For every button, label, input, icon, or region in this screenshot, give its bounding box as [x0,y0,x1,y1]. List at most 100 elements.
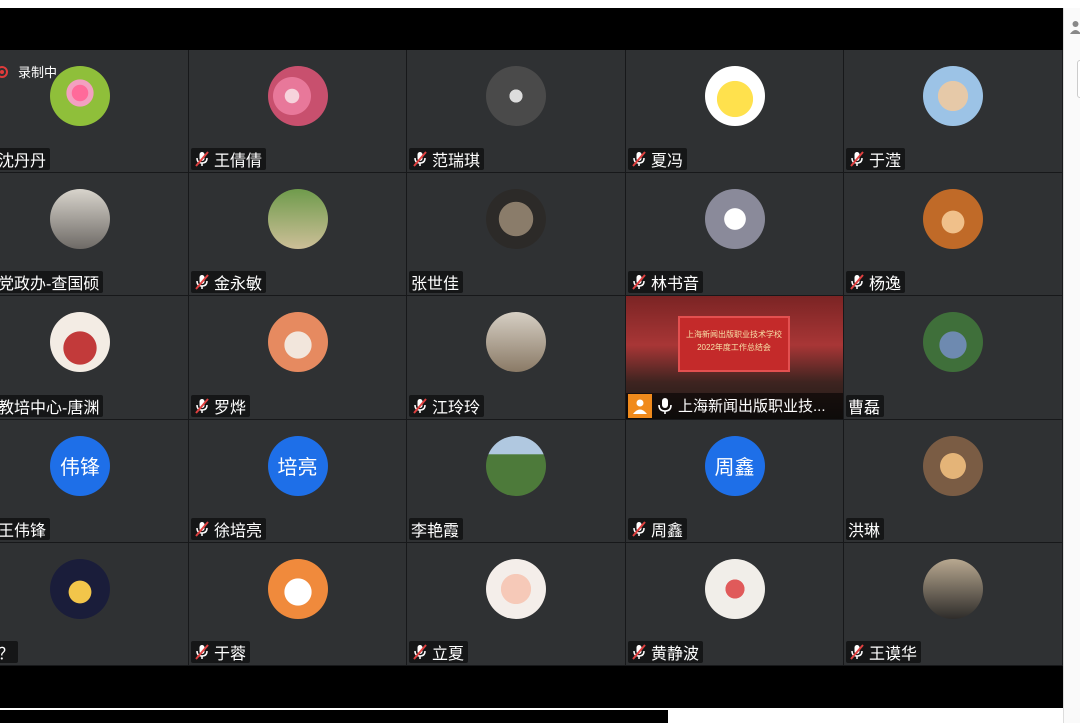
avatar: 伟锋 [50,435,110,496]
participant-tile[interactable]: 王谟华 [844,542,1063,666]
participant-nameplate: 教培中心-唐渊 [0,394,104,417]
participant-nameplate: 周鑫 [628,517,688,540]
participant-nameplate: 沈丹丹 [0,148,51,171]
participant-name: 洪琳 [848,522,881,540]
participant-tile[interactable]: 江玲玲 [407,296,626,420]
participant-name: 于蓉 [214,645,247,663]
participant-tile[interactable]: 夏冯 [626,50,844,174]
avatar [50,189,110,250]
participant-nameplate: 江玲玲 [409,394,485,417]
participant-tile[interactable]: ？ [0,542,189,666]
avatar [486,66,546,126]
avatar [50,66,110,126]
side-panel [1063,8,1080,723]
participant-nameplate: 于滢 [846,148,906,171]
participant-nameplate: 徐培亮 [191,517,267,540]
mic-muted-icon [195,521,209,537]
participant-tile[interactable]: 于蓉 [189,542,407,666]
participant-name: 范瑞琪 [432,153,481,171]
mic-muted-icon [413,644,427,660]
participant-name: 江玲玲 [432,399,481,417]
participant-tile[interactable]: 上海新闻出版职业技术学校 2022年度工作总结会上海新闻出版职业技... [626,296,844,420]
participant-nameplate: 洪琳 [846,517,885,540]
mic-muted-icon [195,151,209,167]
avatar [923,66,983,126]
participant-tile[interactable]: 金永敏 [189,173,407,297]
participant-tile[interactable]: 李艳霞 [407,419,626,543]
participant-tile[interactable]: 杨逸 [844,173,1063,297]
avatar [267,558,328,619]
avatar [923,312,983,373]
participant-name: 李艳霞 [411,522,460,540]
taskbar-strip [0,710,668,723]
avatar [50,558,110,619]
participant-tile[interactable]: 教培中心-唐渊 [0,296,189,420]
avatar [267,189,328,250]
participant-name: 夏冯 [651,153,684,171]
participant-tile[interactable]: 曹磊 [844,296,1063,420]
participant-tile[interactable]: 培亮徐培亮 [189,419,407,543]
avatar [704,66,765,126]
participant-tile[interactable]: 林书音 [626,173,844,297]
video-banner: 上海新闻出版职业技术学校 2022年度工作总结会 [678,316,790,373]
participant-name: 张世佳 [411,276,460,294]
mic-muted-icon [850,644,864,660]
record-icon [0,65,8,78]
participant-tile[interactable]: 黄静波 [626,542,844,666]
participant-name: 于滢 [869,153,902,171]
participant-nameplate: 金永敏 [191,271,267,294]
participant-nameplate: ？ [0,640,19,664]
participant-tile[interactable]: 立夏 [407,542,626,666]
avatar [50,312,110,373]
participant-name: 立夏 [432,645,465,663]
mic-muted-icon [195,274,209,291]
avatar [923,558,983,619]
mic-muted-icon [413,151,427,167]
participant-nameplate: 王伟锋 [0,517,51,540]
banner-line-2: 2022年度工作总结会 [697,343,771,353]
person-icon [628,393,652,418]
participant-nameplate: 曹磊 [846,394,885,417]
mic-muted-icon [850,151,864,167]
participant-name: 黄静波 [651,645,700,663]
mic-muted-icon [413,397,427,414]
participant-tile[interactable]: 党政办-查国硕 [0,173,189,297]
participant-tile[interactable]: 伟锋王伟锋 [0,419,189,543]
avatar [486,312,546,373]
participant-name: 周鑫 [651,522,684,540]
meeting-bottom-bar [0,666,1063,708]
participant-name: 党政办-查国硕 [0,276,100,294]
mic-muted-icon [195,397,209,414]
participant-tile[interactable]: 王倩倩 [189,50,407,174]
avatar [923,435,983,496]
mic-muted-icon [632,521,646,537]
participant-nameplate: 罗烨 [191,394,251,417]
participant-grid: 录制中 沈丹丹王倩倩 范瑞琪 夏冯 于滢党政办-查国硕 金永敏 张世佳 林书音杨逸教培中心-唐… [0,50,1063,666]
participant-tile[interactable]: 于滢 [844,50,1063,174]
avatar [704,189,765,250]
participant-name: ？ [0,640,14,664]
avatar [486,558,546,619]
participant-tile[interactable]: 周鑫 周鑫 [626,419,844,543]
video-nameplate: 上海新闻出版职业技... [626,392,843,419]
participant-nameplate: 王倩倩 [191,148,267,171]
participant-name: 上海新闻出版职业技... [678,398,826,416]
avatar [486,189,546,250]
mic-muted-icon [632,644,646,660]
participant-name: 曹磊 [848,399,881,417]
participant-name: 王伟锋 [0,522,47,540]
participant-name: 杨逸 [869,276,902,294]
participant-tile[interactable]: 洪琳 [844,419,1063,543]
participant-tile[interactable]: 罗烨 [189,296,407,420]
avatar: 培亮 [267,435,328,496]
participants-icon[interactable] [1070,20,1080,34]
avatar: 周鑫 [704,435,765,496]
participant-tile[interactable]: 范瑞琪 [407,50,626,174]
avatar [267,312,328,373]
participant-tile[interactable]: 张世佳 [407,173,626,297]
participant-name: 王倩倩 [214,153,263,171]
participant-name: 王谟华 [869,645,918,663]
participant-tile[interactable]: 录制中 沈丹丹 [0,50,189,174]
participant-nameplate: 范瑞琪 [409,148,485,171]
participant-name: 徐培亮 [214,522,263,540]
